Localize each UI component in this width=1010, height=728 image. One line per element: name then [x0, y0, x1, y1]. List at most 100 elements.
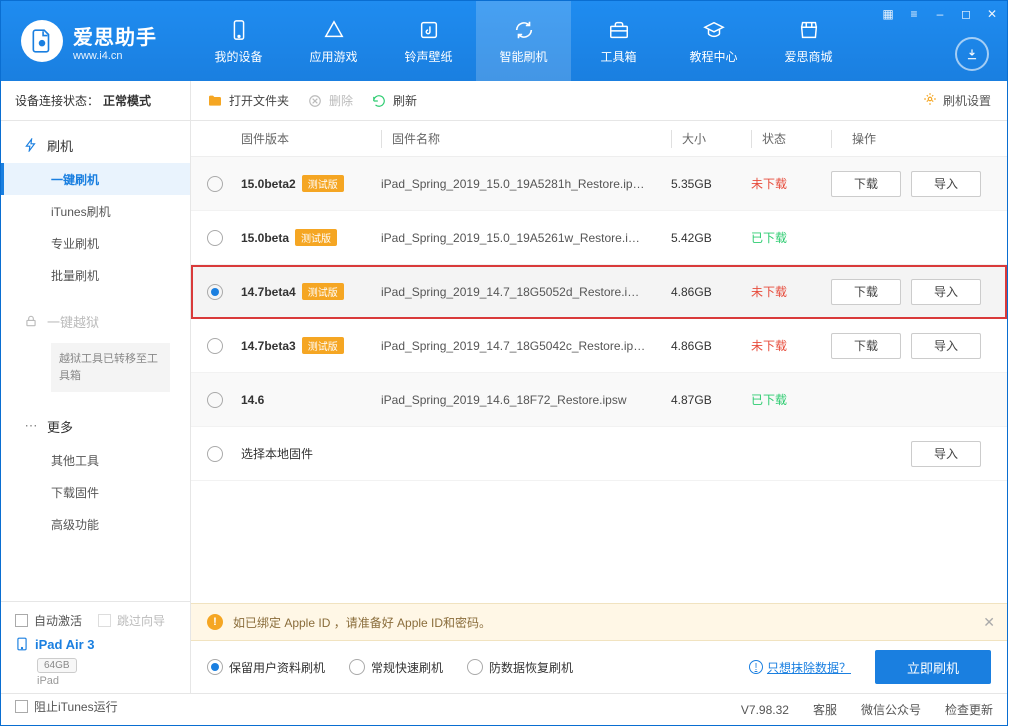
local-firmware-label: 选择本地固件	[241, 445, 671, 462]
erase-data-link[interactable]: ! 只想抹除数据？	[749, 659, 851, 676]
flash-options-bar: 保留用户资料刷机 常规快速刷机 防数据恢复刷机 ! 只想抹除数据？ 立即刷机	[191, 641, 1007, 693]
row-radio[interactable]	[207, 446, 223, 462]
fw-name: iPad_Spring_2019_15.0_19A5261w_Restore.i…	[381, 231, 640, 245]
apps-icon	[322, 18, 346, 42]
phone-icon	[227, 18, 251, 42]
sidebar-item-oneclick[interactable]: 一键刷机	[1, 163, 190, 195]
nav-grad[interactable]: 教程中心	[666, 1, 761, 81]
download-button[interactable]: 下载	[831, 333, 901, 359]
device-capacity-badge: 64GB	[37, 658, 77, 673]
sidebar-item-other-tools[interactable]: 其他工具	[1, 444, 190, 476]
local-firmware-row[interactable]: 选择本地固件 导入	[191, 427, 1007, 481]
footer-support[interactable]: 客服	[813, 701, 837, 718]
col-status: 状态	[762, 130, 786, 147]
folder-icon	[207, 93, 223, 109]
maximize-button[interactable]: ◻	[957, 5, 975, 23]
flash-settings-button[interactable]: 刷机设置	[923, 92, 991, 109]
fw-version: 15.0beta2	[241, 177, 296, 191]
opt-anti-recovery[interactable]: 防数据恢复刷机	[467, 659, 573, 676]
close-button[interactable]: ✕	[983, 5, 1001, 23]
apple-id-banner: ! 如已绑定 Apple ID ，请准备好 Apple ID和密码。 ✕	[191, 603, 1007, 641]
minimize-button[interactable]: –	[931, 5, 949, 23]
block-itunes-checkbox[interactable]: 阻止iTunes运行	[15, 698, 118, 715]
nav-phone[interactable]: 我的设备	[191, 1, 286, 81]
fw-size: 5.35GB	[671, 177, 751, 191]
refresh-label: 刷新	[393, 92, 417, 109]
nav-toolbox[interactable]: 工具箱	[571, 1, 666, 81]
fw-size: 4.86GB	[671, 339, 751, 353]
row-radio[interactable]	[207, 176, 223, 192]
row-radio[interactable]	[207, 338, 223, 354]
opt-keep-data[interactable]: 保留用户资料刷机	[207, 659, 325, 676]
opt-keep-data-label: 保留用户资料刷机	[229, 659, 325, 676]
row-radio[interactable]	[207, 284, 223, 300]
nav-refresh[interactable]: 智能刷机	[476, 1, 571, 81]
sidebar-item-advanced[interactable]: 高级功能	[1, 508, 190, 540]
table-row[interactable]: 14.7beta3测试版iPad_Spring_2019_14.7_18G504…	[191, 319, 1007, 373]
status-label: 设备连接状态：	[15, 92, 99, 109]
sidebar-head-flash-label: 刷机	[47, 136, 73, 155]
import-button[interactable]: 导入	[911, 441, 981, 467]
import-button[interactable]: 导入	[911, 171, 981, 197]
more-icon: ⋯	[23, 418, 39, 434]
footer-check-update[interactable]: 检查更新	[945, 701, 993, 718]
fw-version: 14.7beta4	[241, 285, 296, 299]
row-radio[interactable]	[207, 392, 223, 408]
row-radio[interactable]	[207, 230, 223, 246]
sidebar-item-download-fw[interactable]: 下载固件	[1, 476, 190, 508]
nav-label: 铃声壁纸	[404, 48, 452, 65]
delete-icon	[307, 93, 323, 109]
nav-label: 教程中心	[689, 48, 737, 65]
download-ring-button[interactable]	[955, 37, 989, 71]
import-button[interactable]: 导入	[911, 333, 981, 359]
sidebar-item-itunes[interactable]: iTunes刷机	[1, 195, 190, 227]
main: 打开文件夹 删除 刷新	[191, 81, 1007, 693]
toolbox-icon	[607, 18, 631, 42]
download-button[interactable]: 下载	[831, 279, 901, 305]
table-row[interactable]: 14.7beta4测试版iPad_Spring_2019_14.7_18G505…	[191, 265, 1007, 319]
skip-guide-checkbox[interactable]: 跳过向导	[98, 612, 165, 629]
table-row[interactable]: 14.6 iPad_Spring_2019_14.6_18F72_Restore.…	[191, 373, 1007, 427]
fw-status: 未下载	[751, 283, 831, 300]
nav-label: 我的设备	[214, 48, 262, 65]
nav-music[interactable]: 铃声壁纸	[381, 1, 476, 81]
open-folder-label: 打开文件夹	[229, 92, 289, 109]
auto-activate-checkbox[interactable]: 自动激活	[15, 612, 82, 629]
device-name[interactable]: iPad Air 3	[15, 635, 176, 653]
firmware-rows: 15.0beta2测试版iPad_Spring_2019_15.0_19A528…	[191, 157, 1007, 603]
flash-now-button[interactable]: 立即刷机	[875, 650, 991, 684]
nav-shop[interactable]: 爱思商城	[761, 1, 856, 81]
sidebar-head-jailbreak: 一键越狱	[1, 303, 190, 339]
sidebar-section-jailbreak: 一键越狱 越狱工具已转移至工具箱	[1, 297, 190, 402]
sidebar-item-pro[interactable]: 专业刷机	[1, 227, 190, 259]
window-controls: ▦ ≡ – ◻ ✕	[879, 5, 1001, 23]
lock-icon	[23, 313, 39, 329]
refresh-button[interactable]: 刷新	[371, 92, 417, 109]
col-version: 固件版本	[241, 130, 381, 147]
table-row[interactable]: 15.0beta2测试版iPad_Spring_2019_15.0_19A528…	[191, 157, 1007, 211]
banner-close-button[interactable]: ✕	[983, 614, 995, 631]
sidebar-head-more[interactable]: ⋯ 更多	[1, 408, 190, 444]
grid-icon[interactable]: ▦	[879, 5, 897, 23]
table-row[interactable]: 15.0beta测试版iPad_Spring_2019_15.0_19A5261…	[191, 211, 1007, 265]
footer-version: V7.98.32	[741, 703, 789, 717]
open-folder-button[interactable]: 打开文件夹	[207, 92, 289, 109]
footer-wechat[interactable]: 微信公众号	[861, 701, 921, 718]
warning-icon: !	[207, 614, 223, 630]
sidebar-item-batch[interactable]: 批量刷机	[1, 259, 190, 291]
import-button[interactable]: 导入	[911, 279, 981, 305]
sidebar-head-flash[interactable]: 刷机	[1, 127, 190, 163]
download-button[interactable]: 下载	[831, 171, 901, 197]
fw-size: 5.42GB	[671, 231, 751, 245]
fw-size: 4.87GB	[671, 393, 751, 407]
fw-version: 14.6	[241, 393, 264, 407]
nav-apps[interactable]: 应用游戏	[286, 1, 381, 81]
fw-name: iPad_Spring_2019_14.6_18F72_Restore.ipsw	[381, 393, 627, 407]
flash-settings-label: 刷机设置	[943, 92, 991, 109]
shop-icon	[797, 18, 821, 42]
sidebar-device-panel: 自动激活 跳过向导 iPad Air 3 64GB iPad	[1, 601, 190, 693]
opt-normal[interactable]: 常规快速刷机	[349, 659, 443, 676]
menu-icon[interactable]: ≡	[905, 5, 923, 23]
sidebar: 设备连接状态： 正常模式 刷机 一键刷机 iTunes刷机 专业刷机 批量刷机	[1, 81, 191, 693]
skip-guide-label: 跳过向导	[117, 612, 165, 629]
